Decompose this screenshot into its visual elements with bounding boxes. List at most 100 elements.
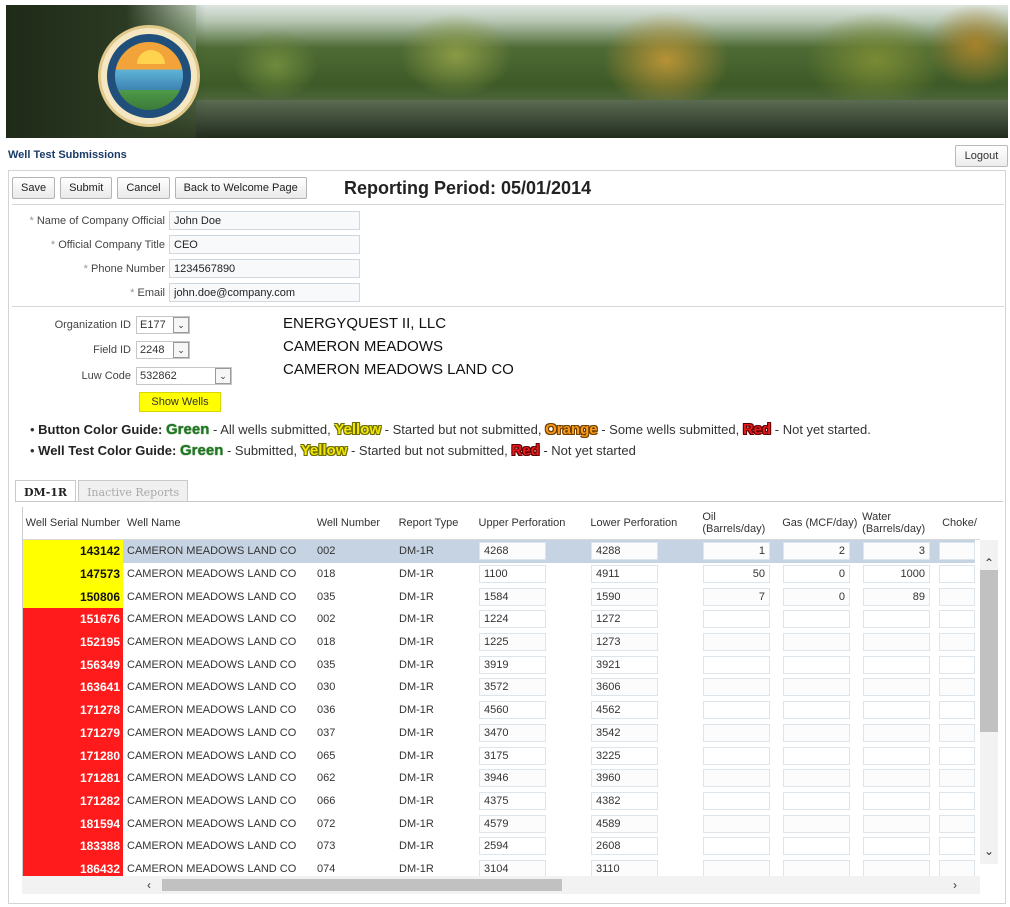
scroll-thumb[interactable] <box>980 570 998 732</box>
oil-input[interactable] <box>703 678 770 697</box>
upper-perforation-input[interactable]: 3572 <box>479 678 546 697</box>
lower-perforation-input[interactable]: 3960 <box>591 769 658 788</box>
water-input[interactable]: 1000 <box>863 565 930 584</box>
oil-input[interactable] <box>703 746 770 765</box>
table-row[interactable]: 171280 CAMERON MEADOWS LAND CO 065 DM-1R 317… <box>23 744 980 767</box>
scroll-thumb[interactable] <box>162 879 562 891</box>
upper-perforation-input[interactable]: 4268 <box>479 542 546 561</box>
email-input[interactable] <box>169 283 360 302</box>
oil-input[interactable] <box>703 655 770 674</box>
upper-perforation-input[interactable]: 4579 <box>479 814 546 833</box>
chevron-down-icon[interactable]: ⌄ <box>980 842 998 860</box>
table-row[interactable]: 183388 CAMERON MEADOWS LAND CO 073 DM-1R 259… <box>23 834 980 858</box>
water-input[interactable] <box>863 746 930 765</box>
gas-input[interactable]: 2 <box>783 542 850 561</box>
gas-input[interactable]: 0 <box>783 587 850 606</box>
choke-input[interactable] <box>939 565 975 584</box>
gas-input[interactable] <box>783 701 850 720</box>
luw-select[interactable]: 532862 ⌄ <box>136 367 232 385</box>
water-input[interactable] <box>863 814 930 833</box>
table-row[interactable]: 171279 CAMERON MEADOWS LAND CO 037 DM-1R 347… <box>23 721 980 745</box>
upper-perforation-input[interactable]: 3470 <box>479 723 546 742</box>
water-input[interactable] <box>863 678 930 697</box>
table-row[interactable]: 163641 CAMERON MEADOWS LAND CO 030 DM-1R 357… <box>23 676 980 699</box>
choke-input[interactable] <box>939 769 975 788</box>
oil-input[interactable] <box>703 633 770 652</box>
oil-input[interactable] <box>703 791 770 810</box>
save-button[interactable]: Save <box>12 177 56 199</box>
gas-input[interactable] <box>783 723 850 742</box>
water-input[interactable] <box>863 791 930 810</box>
upper-perforation-input[interactable]: 3919 <box>479 655 546 674</box>
table-row[interactable]: 152195 CAMERON MEADOWS LAND CO 018 DM-1R 122… <box>23 630 980 654</box>
choke-input[interactable] <box>939 633 975 652</box>
gas-input[interactable] <box>783 791 850 810</box>
choke-input[interactable] <box>939 791 975 810</box>
choke-input[interactable] <box>939 723 975 742</box>
col-header-oil[interactable]: Oil (Barrels/day) <box>698 507 778 539</box>
col-header-well-name[interactable]: Well Name <box>123 507 313 539</box>
lower-perforation-input[interactable]: 4911 <box>591 565 658 584</box>
official-title-input[interactable] <box>169 235 360 254</box>
water-input[interactable] <box>863 837 930 856</box>
water-input[interactable] <box>863 701 930 720</box>
col-header-serial[interactable]: Well Serial Number <box>23 507 123 539</box>
upper-perforation-input[interactable]: 2594 <box>479 837 546 856</box>
lower-perforation-input[interactable]: 1272 <box>591 610 658 629</box>
choke-input[interactable] <box>939 814 975 833</box>
gas-input[interactable] <box>783 769 850 788</box>
upper-perforation-input[interactable]: 1224 <box>479 610 546 629</box>
choke-input[interactable] <box>939 746 975 765</box>
choke-input[interactable] <box>939 655 975 674</box>
table-row[interactable]: 171282 CAMERON MEADOWS LAND CO 066 DM-1R 437… <box>23 789 980 813</box>
show-wells-button[interactable]: Show Wells <box>139 392 221 412</box>
upper-perforation-input[interactable]: 4375 <box>479 791 546 810</box>
oil-input[interactable] <box>703 769 770 788</box>
upper-perforation-input[interactable]: 3946 <box>479 769 546 788</box>
logout-button[interactable]: Logout <box>955 145 1008 167</box>
submit-button[interactable]: Submit <box>60 177 113 199</box>
phone-input[interactable] <box>169 259 360 278</box>
choke-input[interactable] <box>939 587 975 606</box>
water-input[interactable] <box>863 655 930 674</box>
water-input[interactable] <box>863 610 930 629</box>
oil-input[interactable] <box>703 610 770 629</box>
chevron-right-icon[interactable]: › <box>946 876 964 894</box>
water-input[interactable] <box>863 633 930 652</box>
lower-perforation-input[interactable]: 4288 <box>591 542 658 561</box>
tab-inactive-reports[interactable]: Inactive Reports <box>78 480 189 502</box>
table-row[interactable]: 171278 CAMERON MEADOWS LAND CO 036 DM-1R 456… <box>23 698 980 722</box>
field-select[interactable]: 2248 ⌄ <box>136 341 190 359</box>
table-row[interactable]: 181594 CAMERON MEADOWS LAND CO 072 DM-1R 457… <box>23 812 980 835</box>
gas-input[interactable] <box>783 610 850 629</box>
choke-input[interactable] <box>939 678 975 697</box>
water-input[interactable]: 3 <box>863 542 930 561</box>
gas-input[interactable] <box>783 678 850 697</box>
oil-input[interactable] <box>703 723 770 742</box>
gas-input[interactable] <box>783 746 850 765</box>
oil-input[interactable] <box>703 814 770 833</box>
choke-input[interactable] <box>939 610 975 629</box>
lower-perforation-input[interactable]: 4562 <box>591 701 658 720</box>
oil-input[interactable]: 1 <box>703 542 770 561</box>
table-row[interactable]: 171281 CAMERON MEADOWS LAND CO 062 DM-1R 394… <box>23 766 980 790</box>
gas-input[interactable] <box>783 655 850 674</box>
table-row[interactable]: 143142 CAMERON MEADOWS LAND CO 002 DM-1R 426… <box>23 540 980 563</box>
upper-perforation-input[interactable]: 4560 <box>479 701 546 720</box>
gas-input[interactable] <box>783 837 850 856</box>
gas-input[interactable]: 0 <box>783 565 850 584</box>
official-name-input[interactable] <box>169 211 360 230</box>
col-header-report-type[interactable]: Report Type <box>395 507 475 539</box>
organization-select[interactable]: E177 ⌄ <box>136 316 190 334</box>
choke-input[interactable] <box>939 837 975 856</box>
lower-perforation-input[interactable]: 4589 <box>591 814 658 833</box>
lower-perforation-input[interactable]: 1273 <box>591 633 658 652</box>
horizontal-scrollbar[interactable]: ‹ › <box>22 876 980 894</box>
upper-perforation-input[interactable]: 1100 <box>479 565 546 584</box>
lower-perforation-input[interactable]: 1590 <box>591 587 658 606</box>
lower-perforation-input[interactable]: 3225 <box>591 746 658 765</box>
oil-input[interactable] <box>703 837 770 856</box>
water-input[interactable] <box>863 769 930 788</box>
vertical-scrollbar[interactable]: ⌃ ⌄ <box>980 540 998 864</box>
col-header-gas[interactable]: Gas (MCF/day) <box>778 507 858 539</box>
